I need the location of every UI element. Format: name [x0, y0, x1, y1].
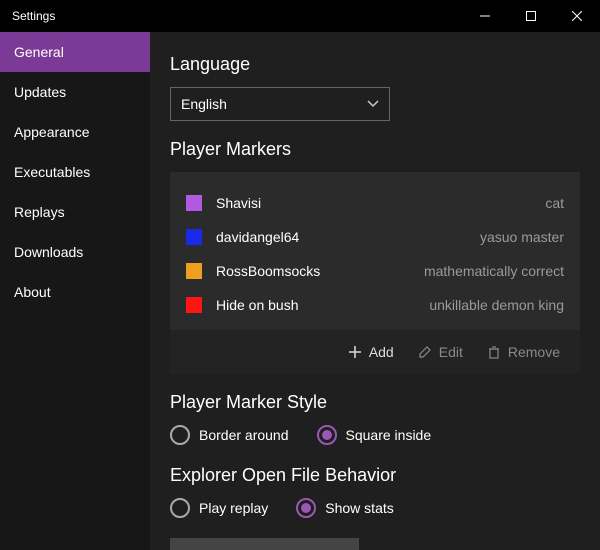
radio-circle [170, 425, 190, 445]
marker-name: davidangel64 [216, 229, 299, 245]
marker-name: Shavisi [216, 195, 261, 211]
window-title: Settings [0, 9, 462, 23]
content-pane: Language English Player Markers Shavisi … [150, 32, 600, 550]
marker-note: yasuo master [480, 229, 564, 245]
marker-color-swatch [186, 263, 202, 279]
settings-window: Settings General Updates Appearance Exec… [0, 0, 600, 550]
radio-dot [322, 430, 332, 440]
marker-color-swatch [186, 297, 202, 313]
sidebar-item-downloads[interactable]: Downloads [0, 232, 150, 272]
sidebar-item-executables[interactable]: Executables [0, 152, 150, 192]
set-rofl-association-button[interactable]: Set .ROFL file association [170, 538, 359, 550]
sidebar-item-updates[interactable]: Updates [0, 72, 150, 112]
marker-style-heading: Player Marker Style [170, 392, 580, 413]
radio-label: Square inside [346, 427, 432, 443]
maximize-button[interactable] [508, 0, 554, 32]
sidebar-item-label: General [14, 44, 64, 60]
edit-label: Edit [439, 344, 463, 360]
marker-note: unkillable demon king [429, 297, 564, 313]
radio-circle [170, 498, 190, 518]
close-button[interactable] [554, 0, 600, 32]
add-label: Add [369, 344, 394, 360]
sidebar-item-general[interactable]: General [0, 32, 150, 72]
marker-color-swatch [186, 195, 202, 211]
window-body: General Updates Appearance Executables R… [0, 32, 600, 550]
remove-marker-button[interactable]: Remove [477, 338, 570, 366]
player-marker-row[interactable]: Shavisi cat [186, 186, 564, 220]
edit-marker-button[interactable]: Edit [408, 338, 473, 366]
sidebar-item-label: About [14, 284, 51, 300]
player-marker-row[interactable]: RossBoomsocks mathematically correct [186, 254, 564, 288]
sidebar-item-label: Executables [14, 164, 90, 180]
add-marker-button[interactable]: Add [338, 338, 404, 366]
radio-dot [301, 503, 311, 513]
sidebar: General Updates Appearance Executables R… [0, 32, 150, 550]
chevron-down-icon [367, 100, 379, 108]
player-markers-panel: Shavisi cat davidangel64 yasuo master Ro… [170, 172, 580, 374]
radio-play-replay[interactable]: Play replay [170, 498, 268, 518]
maximize-icon [526, 11, 536, 21]
marker-name: Hide on bush [216, 297, 299, 313]
sidebar-item-label: Updates [14, 84, 66, 100]
titlebar: Settings [0, 0, 600, 32]
radio-show-stats[interactable]: Show stats [296, 498, 393, 518]
sidebar-item-label: Downloads [14, 244, 83, 260]
sidebar-item-about[interactable]: About [0, 272, 150, 312]
radio-label: Border around [199, 427, 289, 443]
marker-note: mathematically correct [424, 263, 564, 279]
minimize-button[interactable] [462, 0, 508, 32]
sidebar-item-replays[interactable]: Replays [0, 192, 150, 232]
plus-icon [348, 345, 362, 359]
radio-label: Play replay [199, 500, 268, 516]
marker-name: RossBoomsocks [216, 263, 320, 279]
player-marker-row[interactable]: davidangel64 yasuo master [186, 220, 564, 254]
player-markers-list: Shavisi cat davidangel64 yasuo master Ro… [170, 172, 580, 330]
explorer-behavior-heading: Explorer Open File Behavior [170, 465, 580, 486]
pencil-icon [418, 345, 432, 359]
player-markers-actions: Add Edit Remove [170, 330, 580, 374]
radio-square-inside[interactable]: Square inside [317, 425, 432, 445]
explorer-behavior-radios: Play replay Show stats [170, 498, 580, 518]
radio-circle [317, 425, 337, 445]
radio-circle [296, 498, 316, 518]
marker-color-swatch [186, 229, 202, 245]
radio-label: Show stats [325, 500, 393, 516]
marker-note: cat [545, 195, 564, 211]
trash-icon [487, 345, 501, 359]
marker-style-radios: Border around Square inside [170, 425, 580, 445]
language-select[interactable]: English [170, 87, 390, 121]
minimize-icon [480, 11, 490, 21]
sidebar-item-label: Replays [14, 204, 65, 220]
radio-border-around[interactable]: Border around [170, 425, 289, 445]
language-value: English [181, 96, 227, 112]
player-markers-heading: Player Markers [170, 139, 580, 160]
sidebar-item-appearance[interactable]: Appearance [0, 112, 150, 152]
close-icon [572, 11, 582, 21]
remove-label: Remove [508, 344, 560, 360]
sidebar-item-label: Appearance [14, 124, 90, 140]
player-marker-row[interactable]: Hide on bush unkillable demon king [186, 288, 564, 322]
language-heading: Language [170, 54, 580, 75]
